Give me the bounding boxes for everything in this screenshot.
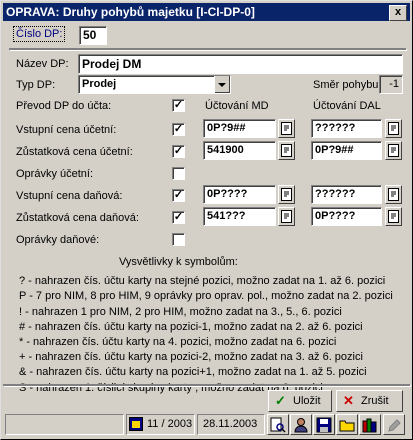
status-date: 28.11.2003 [197,414,265,435]
status-period-text: 11 / 2003 [147,418,193,430]
save-disk-button[interactable] [313,414,335,435]
picker-icon [388,144,399,157]
legend-line: ? - nahrazen čís. účtu karty na stejné p… [19,275,386,288]
row-checkbox[interactable] [172,167,185,180]
legend-line: + - nahrazen čís. účtu karty na pozici-2… [19,351,363,364]
status-period: 11 / 2003 [126,414,195,435]
books-button[interactable] [359,414,381,435]
md-account-field[interactable]: 541900 [203,141,276,160]
cislo-dp-field[interactable]: 50 [79,26,107,45]
md-picker-button[interactable] [278,141,295,160]
floppy-disk-icon [316,417,332,433]
dal-picker-button[interactable] [385,185,402,204]
nazev-dp-label: Název DP: [16,58,69,70]
user-icon [294,418,308,433]
cislo-dp-label: Číslo DP: [13,26,66,42]
legend-line: P - 7 pro NIM, 8 pro HIM, 9 oprávky pro … [19,290,393,303]
pencil-icon [388,419,401,432]
row-label: Vstupní cena daňová: [16,190,123,202]
row-checkbox[interactable]: ✓ [172,123,185,136]
dal-account-field[interactable]: 0P?9## [311,141,382,160]
edit-button[interactable] [383,414,405,435]
md-picker-button[interactable] [278,119,295,138]
preview-button[interactable] [267,414,289,435]
row-checkbox[interactable]: ✓ [172,189,185,202]
row-checkbox[interactable]: ✓ [172,211,185,224]
cancel-button-label: Zrušit [361,395,389,407]
picker-icon [388,210,399,223]
picker-icon [281,210,292,223]
md-picker-button[interactable] [278,185,295,204]
close-icon: ✕ [343,393,354,408]
picker-icon [281,122,292,135]
legend-line: & - nahrazen čís. účtu karty na pozici+1… [19,366,367,379]
legend-panel: Vysvětlivky k symbolům: ? - nahrazen čís… [19,255,404,396]
md-account-field[interactable]: 0P?9## [203,119,276,138]
legend-title: Vysvětlivky k symbolům: [119,256,238,268]
document-search-icon [270,417,286,433]
window-title: OPRAVA: Druhy pohybů majetku [I-CI-DP-0] [6,5,255,19]
folder-icon [339,420,355,432]
books-icon [362,418,377,433]
row-label: Oprávky účetní: [16,168,94,180]
user-info-button[interactable] [290,414,312,435]
row-label: Zůstatková cena daňová: [16,212,139,224]
smer-pohybu-field: -1 [379,75,403,94]
check-icon: ✓ [275,393,286,408]
md-account-field[interactable]: 541??? [203,207,276,226]
typ-dp-select[interactable]: Prodej [78,75,231,94]
dal-account-field[interactable]: ?????? [311,185,382,204]
md-picker-button[interactable] [278,207,295,226]
column-header-dal: Účtování DAL [313,100,381,112]
prevod-label: Převod DP do účta: [16,100,112,112]
save-button-label: Uložit [293,395,321,407]
save-button[interactable]: ✓ Uložit [268,390,332,412]
prevod-checkbox[interactable]: ✓ [172,99,185,112]
picker-icon [281,144,292,157]
row-label: Vstupní cena účetní: [16,124,117,136]
title-bar: OPRAVA: Druhy pohybů majetku [I-CI-DP-0]… [3,3,410,21]
status-date-text: 28.11.2003 [203,418,258,430]
dal-picker-button[interactable] [385,207,402,226]
dal-picker-button[interactable] [385,141,402,160]
smer-pohybu-label: Směr pohybu: [313,79,382,91]
row-checkbox[interactable] [172,233,185,246]
calendar-icon [129,417,143,431]
typ-dp-value: Prodej [82,78,117,90]
chevron-down-icon [218,83,226,87]
dal-picker-button[interactable] [385,119,402,138]
column-header-md: Účtování MD [205,100,269,112]
dal-account-field[interactable]: ?????? [311,119,382,138]
close-button[interactable]: x [389,5,407,21]
row-label: Zůstatková cena účetní: [16,146,133,158]
footer-separator [3,384,410,386]
row-label: Oprávky daňové: [16,234,100,246]
picker-icon [388,122,399,135]
cancel-button[interactable]: ✕ Zrušit [336,390,403,412]
row-checkbox[interactable]: ✓ [172,145,185,158]
picker-icon [388,188,399,201]
typ-dp-dropdown-button[interactable] [214,76,230,93]
legend-line: * - nahrazen čís. účtu karty na 4. pozic… [19,336,337,349]
dialog-window: OPRAVA: Druhy pohybů majetku [I-CI-DP-0]… [0,0,413,440]
md-account-field[interactable]: 0P???? [203,185,276,204]
typ-dp-label: Typ DP: [16,79,56,91]
nazev-dp-field[interactable]: Prodej DM [78,54,403,74]
dal-account-field[interactable]: 0P???? [311,207,382,226]
legend-line: # - nahrazen čís. účtu karty na pozici-1… [19,320,363,333]
header-separator [9,48,406,50]
status-panel-empty [5,414,124,435]
open-folder-button[interactable] [336,414,358,435]
legend-line: ! - nahrazen 1 pro NIM, 2 pro HIM, možno… [19,305,342,318]
picker-icon [281,188,292,201]
